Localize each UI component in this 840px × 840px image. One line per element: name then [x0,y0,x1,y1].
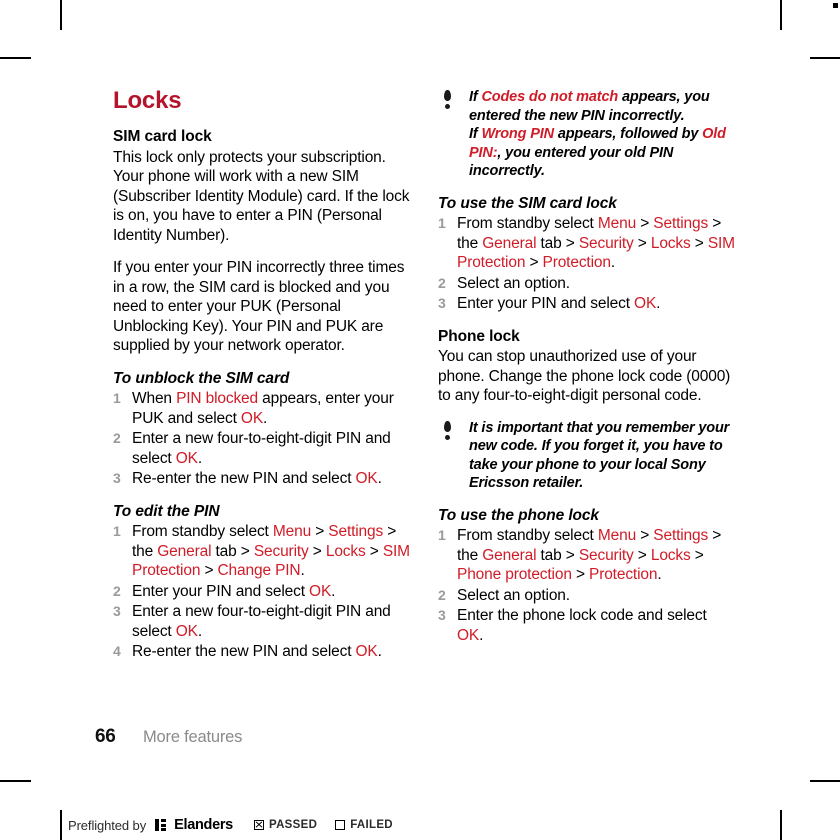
ui-term: Codes do not match [481,89,619,105]
ui-term: OK [355,643,378,660]
procedure-heading-use-sim-lock: To use the SIM card lock [438,194,617,212]
paragraph-sim-lock-intro: This lock only protects your subscriptio… [113,148,410,244]
ui-term: Protection [542,254,611,271]
procedure-step: Enter a new four-to-eight-digit PIN and … [113,602,391,640]
procedure-step: When PIN blocked appears, enter your PUK… [113,389,394,427]
procedure-step: From standby select Menu > Settings > th… [438,526,722,583]
procedure-step: Enter your PIN and select OK. [113,582,336,601]
procedure-step: Re-enter the new PIN and select OK. [113,642,382,661]
procedure-steps-edit-pin: From standby select Menu > Settings > th… [113,522,410,662]
paragraph-sim-lock-puk: If you enter your PIN incorrectly three … [113,259,405,354]
procedure-steps-unblock-sim: When PIN blocked appears, enter your PUK… [113,389,410,489]
note-box-pin-errors: If Codes do not match appears, you enter… [438,88,735,181]
two-column-layout: Locks SIM card lock This lock only prote… [113,88,735,675]
ui-term: Menu [597,215,637,232]
procedure-step: Enter the phone lock code and select OK. [438,606,707,644]
procedure-step: Select an option. [438,274,570,293]
elanders-logo-icon [155,819,167,831]
ui-term: OK [634,295,657,312]
preflight-failed: FAILED [335,819,393,831]
ui-term: General [482,234,537,252]
exclamation-icon [443,90,452,110]
procedure-heading-edit-pin: To edit the PIN [113,502,220,520]
ui-term: Settings [653,527,709,544]
ui-term: Wrong PIN [481,126,554,142]
note-text-remember-code: It is important that you remember your n… [469,419,730,492]
ui-term: OK [175,449,198,467]
exclamation-icon [443,420,452,441]
ui-term: Locks [650,546,691,564]
procedure-steps-use-sim-lock: From standby select Menu > Settings > th… [438,214,735,314]
ui-term: PIN blocked [176,390,258,407]
preflight-label: Preflighted by [68,817,147,833]
procedure-step: From standby select Menu > Settings > th… [113,522,410,579]
checkbox-checked-icon [253,820,264,830]
ui-term: OK [175,622,198,640]
checkbox-unchecked-icon [335,820,346,830]
preflight-failed-label: FAILED [350,819,393,831]
ui-term: Security [578,546,634,564]
ui-term: General [482,546,537,564]
preflight-brand: Elanders [174,817,233,833]
ui-term: OK [355,470,378,487]
ui-term: Menu [597,527,637,544]
note-box-remember-code: It is important that you remember your n… [438,419,735,493]
ui-term: Protection [589,566,658,583]
ui-term: OK [240,409,264,427]
paragraph-phone-lock-intro: You can stop unauthorized use of your ph… [438,348,731,404]
ui-term: Menu [272,523,312,540]
preflight-passed: PASSED [253,819,318,831]
page-footer: 66 More features [95,726,242,748]
ui-term: Change PIN [217,562,301,579]
procedure-step: Select an option. [438,586,570,605]
ui-term: OK [309,582,332,600]
ui-term: Security [578,234,634,252]
left-column: Locks SIM card lock This lock only prote… [113,88,410,675]
page-number: 66 [95,726,116,747]
ui-term: Settings [653,215,709,232]
note-text-pin-errors: If Codes do not match appears, you enter… [469,89,726,179]
procedure-step: Re-enter the new PIN and select OK. [113,469,382,488]
section-heading-sim-card-lock: SIM card lock [113,128,212,145]
running-head: More features [143,728,243,746]
ui-term: General [157,542,212,560]
ui-term: Settings [328,523,384,540]
ui-term: OK [457,626,480,644]
procedure-step: Enter a new four-to-eight-digit PIN and … [113,429,391,467]
ui-term: Security [253,542,309,560]
right-column: If Codes do not match appears, you enter… [438,88,735,675]
preflight-bar: Preflighted by Elanders PASSED FAILED [68,817,393,833]
ui-term: Locks [325,542,366,560]
ui-term: Phone protection [457,566,572,583]
procedure-heading-unblock-sim: To unblock the SIM card [113,369,290,387]
manual-page: Locks SIM card lock This lock only prote… [0,0,840,840]
page-title: Locks [113,87,182,114]
procedure-step: Enter your PIN and select OK. [438,294,661,313]
section-heading-phone-lock: Phone lock [438,327,520,345]
procedure-step: From standby select Menu > Settings > th… [438,214,735,271]
procedure-heading-use-phone-lock: To use the phone lock [438,506,599,524]
procedure-steps-use-phone-lock: From standby select Menu > Settings > th… [438,526,735,645]
preflight-passed-label: PASSED [268,819,318,831]
ui-term: Locks [650,234,691,252]
